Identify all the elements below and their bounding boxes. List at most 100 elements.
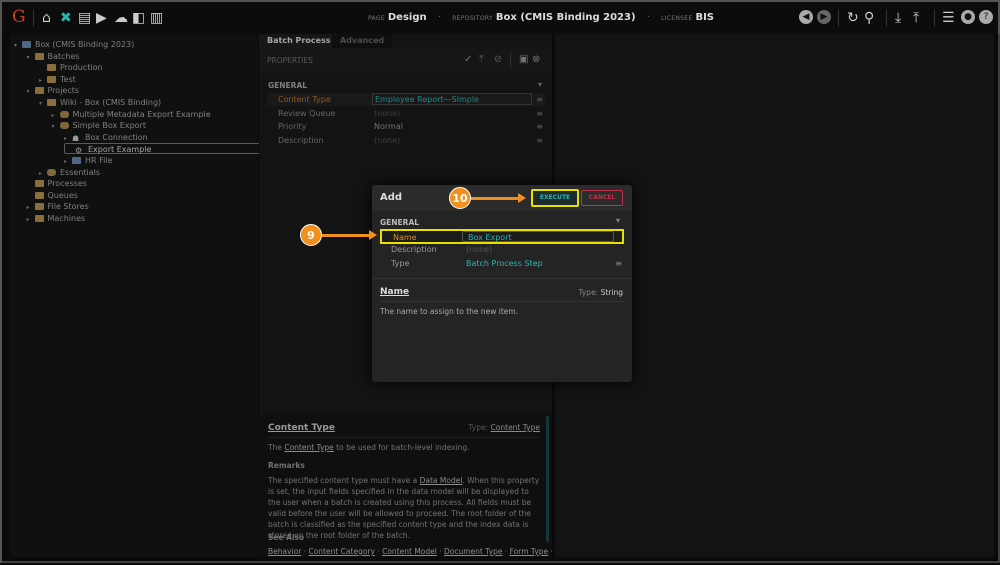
media-icon[interactable]: ▶ bbox=[96, 10, 107, 26]
tree-item[interactable]: ▸ Test bbox=[39, 74, 76, 85]
see-also-link[interactable]: Form Type bbox=[510, 547, 549, 556]
description-row[interactable]: Description (none) bbox=[380, 243, 624, 256]
file-icon bbox=[72, 157, 81, 164]
tree-item[interactable]: Production bbox=[39, 62, 103, 73]
scrollbar[interactable] bbox=[546, 416, 549, 542]
folder-icon bbox=[47, 99, 56, 106]
execute-button[interactable]: EXECUTE bbox=[531, 189, 579, 207]
chart-icon[interactable]: ▥ bbox=[150, 10, 163, 26]
arrow-to-name bbox=[322, 230, 377, 240]
property-row[interactable]: Content Type Employee Report—Simple ≡ bbox=[267, 93, 545, 106]
tab-batch-process[interactable]: Batch Process bbox=[259, 34, 339, 48]
step-10-badge: 10 bbox=[449, 187, 471, 209]
help-title: Content Type bbox=[268, 423, 335, 433]
tab-advanced[interactable]: Advanced bbox=[332, 34, 393, 48]
expand-toggle-icon[interactable]: ▾ bbox=[39, 98, 47, 109]
tree-item[interactable]: ▾ Simple Box Export bbox=[52, 120, 146, 131]
validate-icon[interactable]: ✓ bbox=[464, 54, 472, 65]
help-icon[interactable]: ? bbox=[979, 10, 993, 24]
folder-icon bbox=[34, 180, 44, 188]
menu-icon[interactable]: ≡ bbox=[536, 93, 543, 106]
data-model-link[interactable]: Data Model bbox=[420, 476, 463, 485]
menu-icon[interactable]: ≡ bbox=[615, 257, 622, 270]
menu-icon[interactable]: ≡ bbox=[536, 120, 543, 133]
top-bar: G ⌂ ✖ ▤ ▶ ☁ ◧ ▥ PAGE Design · REPOSITORY B… bbox=[2, 2, 998, 34]
dialog-title: Add bbox=[380, 192, 403, 203]
tools-icon[interactable]: ✖ bbox=[60, 10, 72, 26]
connection-icon: ☗ bbox=[72, 133, 80, 143]
type-link[interactable]: Content Type bbox=[491, 423, 540, 432]
search-icon[interactable]: ⚲ bbox=[864, 10, 874, 26]
tree-item[interactable]: ▸ ☗ Box Connection bbox=[64, 132, 148, 143]
see-also-link[interactable]: Content Model bbox=[382, 547, 437, 556]
expand-toggle-icon[interactable]: ▸ bbox=[39, 168, 47, 179]
tree-item[interactable]: ▾ Box (CMIS Binding 2023) bbox=[14, 39, 134, 50]
name-field-row[interactable]: Name Box Export bbox=[380, 229, 624, 244]
tree-item[interactable]: ▸ File Stores bbox=[27, 201, 89, 212]
chevron-down-icon[interactable]: ▾ bbox=[538, 80, 542, 89]
property-row[interactable]: Review Queue (none) ≡ bbox=[267, 107, 545, 120]
tree-item[interactable]: ▸ Essentials bbox=[39, 167, 100, 178]
refresh-icon[interactable]: ↻ bbox=[847, 10, 859, 26]
folder-icon bbox=[34, 87, 44, 95]
expand-toggle-icon[interactable]: ▸ bbox=[27, 214, 35, 225]
expand-toggle-icon[interactable]: ▸ bbox=[52, 110, 60, 121]
close-icon[interactable]: ⊗ bbox=[532, 54, 540, 65]
briefcase-clock-icon[interactable]: ◧ bbox=[132, 10, 145, 26]
expand-toggle-icon[interactable]: ▾ bbox=[14, 40, 22, 51]
upload-icon[interactable]: ⤒ bbox=[913, 10, 919, 26]
database-icon[interactable]: ☰ bbox=[942, 10, 955, 26]
tree-item[interactable]: ▾ Projects bbox=[27, 85, 80, 96]
see-also-link[interactable]: Behavior bbox=[268, 547, 301, 556]
folder-icon bbox=[34, 52, 44, 60]
expand-toggle-icon[interactable]: ▾ bbox=[52, 121, 60, 132]
app-logo: G bbox=[12, 7, 26, 27]
folder-icon bbox=[47, 75, 56, 83]
tree-item[interactable]: ▸ Machines bbox=[27, 213, 86, 224]
help-panel: Content Type Type: Content Type The Cont… bbox=[260, 414, 553, 557]
tree-item[interactable]: Queues bbox=[27, 190, 78, 201]
save-icon[interactable]: ▣ bbox=[519, 54, 528, 65]
tree-item[interactable]: ▸ Multiple Metadata Export Example bbox=[52, 109, 211, 120]
home-icon[interactable]: ⌂ bbox=[42, 10, 51, 26]
expand-toggle-icon[interactable]: ▸ bbox=[64, 156, 72, 167]
expand-toggle-icon[interactable]: ▸ bbox=[64, 133, 72, 144]
discard-icon[interactable]: ⊘ bbox=[494, 54, 502, 65]
see-also-link[interactable]: Document Type bbox=[444, 547, 502, 556]
publish-icon[interactable]: ⤒ bbox=[479, 54, 483, 65]
tree-item[interactable]: ⚙ Export Example bbox=[64, 143, 266, 155]
folder-icon bbox=[47, 64, 56, 72]
user-icon[interactable]: ● bbox=[961, 10, 975, 24]
menu-icon[interactable]: ≡ bbox=[536, 107, 543, 120]
breadcrumb: PAGE Design · REPOSITORY Box (CMIS Binding… bbox=[368, 12, 714, 23]
arrow-to-execute bbox=[471, 193, 526, 203]
tree-item[interactable]: ▸ HR File bbox=[64, 155, 113, 166]
archive-icon[interactable]: ▤ bbox=[78, 10, 91, 26]
tree-item[interactable]: Processes bbox=[27, 178, 87, 189]
forward-icon[interactable]: ▶ bbox=[817, 10, 831, 24]
chevron-down-icon[interactable]: ▾ bbox=[616, 216, 620, 225]
expand-toggle-icon[interactable]: ▸ bbox=[27, 202, 35, 213]
tree-item[interactable]: ▾ Batches bbox=[27, 51, 80, 62]
expand-toggle-icon[interactable]: ▸ bbox=[39, 75, 47, 86]
content-type-link[interactable]: Content Type bbox=[284, 443, 333, 452]
property-row[interactable]: Description (none) ≡ bbox=[267, 134, 545, 147]
property-row[interactable]: Priority Normal ≡ bbox=[267, 120, 545, 133]
expand-toggle-icon[interactable]: ▾ bbox=[27, 52, 35, 63]
see-also-link[interactable]: Content Category bbox=[308, 547, 374, 556]
package-icon bbox=[59, 110, 69, 118]
cancel-button[interactable]: CANCEL bbox=[581, 190, 623, 206]
folder-icon bbox=[34, 191, 44, 199]
repo-icon bbox=[22, 41, 31, 48]
menu-icon[interactable]: ≡ bbox=[536, 134, 543, 147]
download-icon[interactable]: ⤓ bbox=[895, 10, 901, 26]
step-9-badge: 9 bbox=[300, 224, 322, 246]
cloud-upload-icon[interactable]: ☁ bbox=[114, 10, 128, 26]
type-row[interactable]: Type Batch Process Step ≡ bbox=[380, 257, 624, 270]
tree-item[interactable]: ▾ Wiki - Box (CMIS Binding) bbox=[39, 97, 161, 108]
back-icon[interactable]: ◀ bbox=[799, 10, 813, 24]
folder-icon bbox=[34, 203, 44, 211]
folder-icon bbox=[34, 215, 44, 222]
expand-toggle-icon[interactable]: ▾ bbox=[27, 86, 35, 97]
repository-tree: ▾ Box (CMIS Binding 2023) ▾ Batches Producti… bbox=[10, 34, 266, 557]
